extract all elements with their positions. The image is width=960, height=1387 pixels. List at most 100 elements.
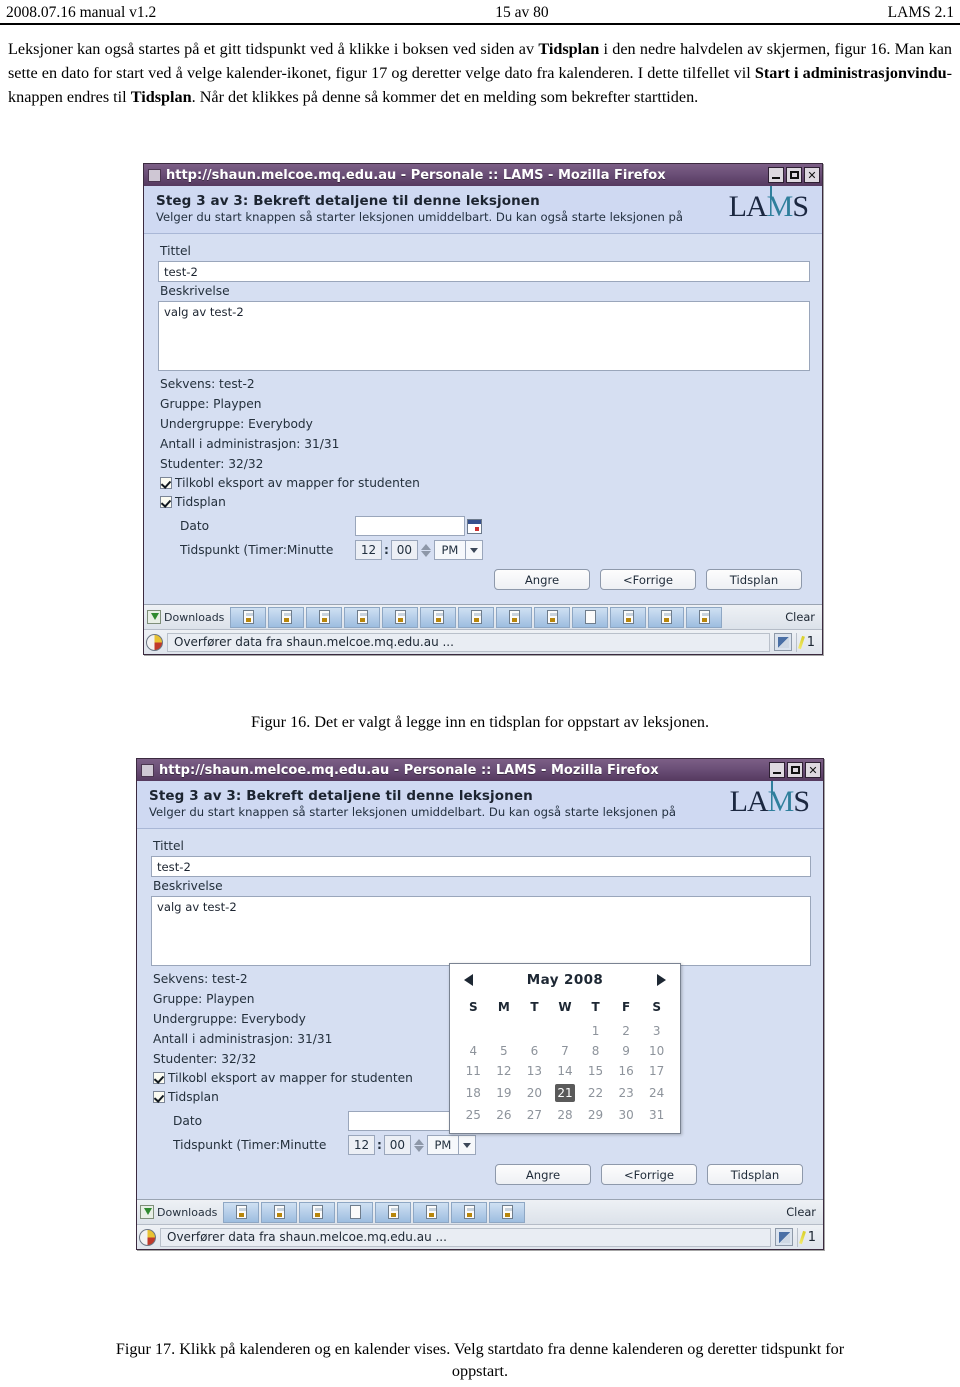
checkbox-eksport-icon[interactable] — [160, 477, 172, 489]
download-item[interactable] — [572, 606, 609, 628]
calendar-day[interactable]: 15 — [580, 1061, 611, 1081]
calendar-day[interactable]: 24 — [641, 1081, 672, 1105]
calendar-day[interactable]: 23 — [611, 1081, 642, 1105]
calendar-day[interactable]: 4 — [458, 1041, 489, 1061]
calendar-day-selected[interactable]: 21 — [550, 1081, 581, 1105]
maximize-button-2[interactable] — [787, 762, 803, 778]
calendar-day[interactable]: 16 — [611, 1061, 642, 1081]
calendar-day[interactable]: 13 — [519, 1061, 550, 1081]
ampm-select-2[interactable]: PM — [426, 1135, 459, 1155]
calendar-day[interactable]: 14 — [550, 1061, 581, 1081]
minimize-button[interactable] — [768, 167, 784, 183]
minute-input-2[interactable]: 00 — [383, 1135, 411, 1155]
minute-input[interactable]: 00 — [390, 540, 418, 560]
calendar-day[interactable]: 2 — [611, 1021, 642, 1041]
download-item[interactable] — [230, 606, 267, 628]
calendar-day[interactable]: 19 — [489, 1081, 520, 1105]
checkbox-row-tidsplan[interactable]: Tidsplan — [160, 495, 810, 509]
security-icon[interactable] — [773, 633, 792, 651]
beskrivelse-textarea-2[interactable]: valg av test-2 — [151, 896, 811, 966]
download-item[interactable] — [648, 606, 685, 628]
download-item[interactable] — [686, 606, 723, 628]
download-item[interactable] — [337, 1201, 374, 1223]
dato-input-2[interactable] — [348, 1111, 458, 1131]
calendar-day[interactable]: 27 — [519, 1105, 550, 1125]
tidsplan-button-2[interactable]: Tidsplan — [707, 1164, 803, 1185]
spinner-up-icon[interactable] — [420, 543, 431, 550]
downloads-label-group-2[interactable]: Downloads — [138, 1205, 221, 1219]
hour-input[interactable]: 12 — [355, 540, 382, 560]
download-item[interactable] — [306, 606, 343, 628]
calendar-day[interactable]: 12 — [489, 1061, 520, 1081]
window-titlebar-2[interactable]: http://shaun.melcoe.mq.edu.au - Personal… — [137, 759, 823, 781]
download-item[interactable] — [268, 606, 305, 628]
calendar-day[interactable]: 18 — [458, 1081, 489, 1105]
clear-downloads-button-2[interactable]: Clear — [780, 1205, 822, 1219]
calendar-day[interactable]: 1 — [580, 1021, 611, 1041]
calendar-next-month-icon[interactable] — [657, 974, 666, 986]
download-item[interactable] — [223, 1201, 260, 1223]
status-counter[interactable]: 1 — [795, 632, 820, 652]
calendar-day[interactable]: 25 — [458, 1105, 489, 1125]
calendar-day[interactable]: 30 — [611, 1105, 642, 1125]
checkbox-tidsplan-icon-2[interactable] — [153, 1091, 165, 1103]
calendar-popup[interactable]: May 2008 S M T W T F S 1 2 3 4 5 6 7 8 9 10 11 12 13… — [449, 963, 681, 1134]
calendar-prev-month-icon[interactable] — [464, 974, 473, 986]
calendar-day[interactable]: 31 — [641, 1105, 672, 1125]
download-item[interactable] — [299, 1201, 336, 1223]
download-item[interactable] — [413, 1201, 450, 1223]
spinner-down-icon[interactable] — [420, 550, 431, 557]
calendar-day[interactable]: 6 — [519, 1041, 550, 1061]
calendar-day[interactable]: 26 — [489, 1105, 520, 1125]
download-item[interactable] — [451, 1201, 488, 1223]
forrige-button-2[interactable]: <Forrige — [601, 1164, 697, 1185]
angre-button[interactable]: Angre — [494, 569, 590, 590]
downloads-label-group[interactable]: Downloads — [145, 610, 228, 624]
calendar-day[interactable]: 17 — [641, 1061, 672, 1081]
close-button[interactable]: ✕ — [804, 167, 820, 183]
ampm-dropdown-arrow[interactable] — [465, 540, 483, 560]
ampm-dropdown-arrow-2[interactable] — [458, 1135, 476, 1155]
checkbox-tidsplan-icon[interactable] — [160, 496, 172, 508]
download-item[interactable] — [496, 606, 533, 628]
angre-button-2[interactable]: Angre — [495, 1164, 591, 1185]
checkbox-row-eksport[interactable]: Tilkobl eksport av mapper for studenten — [160, 476, 810, 490]
calendar-icon[interactable] — [467, 518, 482, 534]
calendar-day[interactable]: 29 — [580, 1105, 611, 1125]
hour-input-2[interactable]: 12 — [348, 1135, 375, 1155]
time-spinner[interactable] — [420, 543, 431, 557]
download-item[interactable] — [610, 606, 647, 628]
window-titlebar[interactable]: http://shaun.melcoe.mq.edu.au - Personal… — [144, 164, 822, 186]
calendar-day[interactable]: 5 — [489, 1041, 520, 1061]
download-item[interactable] — [382, 606, 419, 628]
download-item[interactable] — [489, 1201, 526, 1223]
ampm-select[interactable]: PM — [433, 540, 466, 560]
dato-input[interactable] — [355, 516, 465, 536]
security-icon-2[interactable] — [774, 1228, 793, 1246]
calendar-day[interactable]: 8 — [580, 1041, 611, 1061]
status-counter-2[interactable]: 1 — [796, 1227, 821, 1247]
download-item[interactable] — [344, 606, 381, 628]
download-item[interactable] — [261, 1201, 298, 1223]
maximize-button[interactable] — [786, 167, 802, 183]
clear-downloads-button[interactable]: Clear — [779, 610, 821, 624]
calendar-day[interactable]: 7 — [550, 1041, 581, 1061]
calendar-day[interactable]: 3 — [641, 1021, 672, 1041]
download-item[interactable] — [458, 606, 495, 628]
spinner-down-icon-2[interactable] — [413, 1145, 424, 1152]
tidsplan-button[interactable]: Tidsplan — [706, 569, 802, 590]
spinner-up-icon-2[interactable] — [413, 1138, 424, 1145]
close-button-2[interactable]: ✕ — [805, 762, 821, 778]
tittel-input[interactable]: test-2 — [158, 261, 810, 282]
minimize-button-2[interactable] — [769, 762, 785, 778]
calendar-day[interactable]: 11 — [458, 1061, 489, 1081]
calendar-day[interactable]: 28 — [550, 1105, 581, 1125]
calendar-day[interactable]: 20 — [519, 1081, 550, 1105]
tittel-input-2[interactable]: test-2 — [151, 856, 811, 877]
checkbox-eksport-icon-2[interactable] — [153, 1072, 165, 1084]
forrige-button[interactable]: <Forrige — [600, 569, 696, 590]
download-item[interactable] — [420, 606, 457, 628]
download-item[interactable] — [375, 1201, 412, 1223]
beskrivelse-textarea[interactable]: valg av test-2 — [158, 301, 810, 371]
time-spinner-2[interactable] — [413, 1138, 424, 1152]
